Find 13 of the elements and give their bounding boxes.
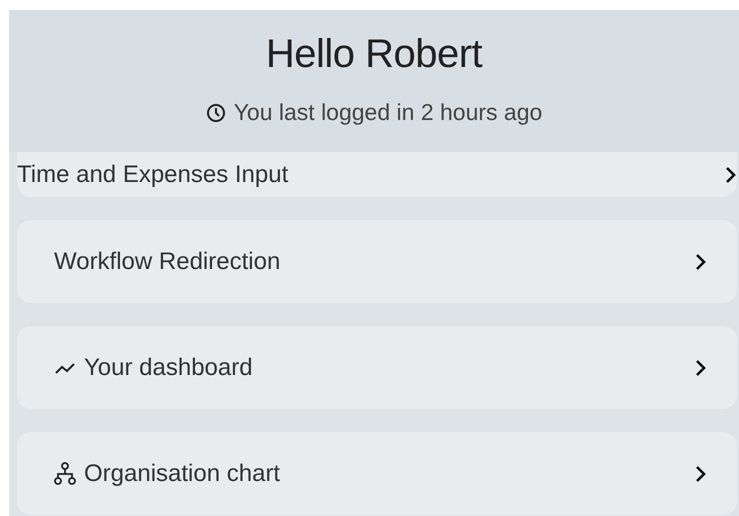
- menu-item[interactable]: Your dashboard: [17, 326, 737, 409]
- chevron-right-icon: [695, 464, 707, 482]
- menu-item[interactable]: Workflow Redirection: [17, 220, 737, 303]
- hierarchy-icon: [54, 462, 76, 486]
- clock-icon: [206, 102, 226, 122]
- menu-item[interactable]: Organisation chart: [17, 432, 737, 515]
- chevron-right-icon: [695, 358, 707, 376]
- chevron-right-icon: [725, 166, 737, 184]
- greeting-title: Hello Robert: [266, 32, 482, 77]
- chevron-right-icon: [695, 252, 707, 270]
- last-login-text: You last logged in 2 hours ago: [234, 99, 542, 126]
- trend-line-icon: [54, 360, 76, 374]
- menu-item[interactable]: Time and Expenses Input: [17, 152, 737, 197]
